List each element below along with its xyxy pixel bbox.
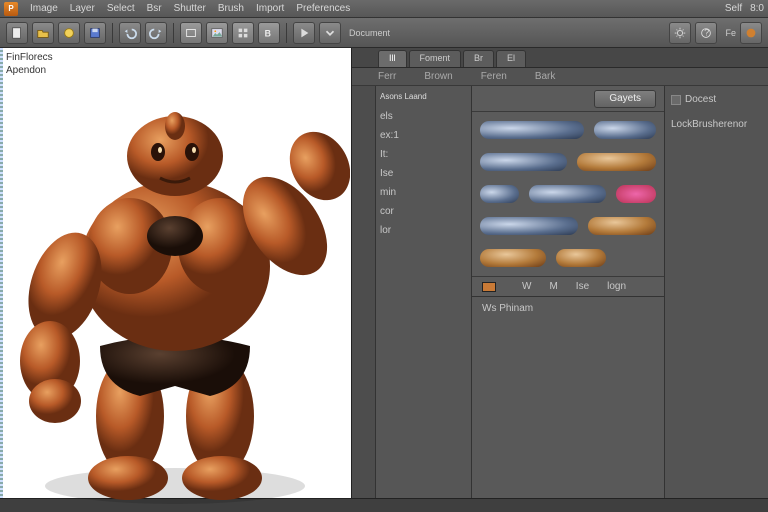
tool-close-icon[interactable]	[740, 22, 762, 44]
brush-stroke-icon	[577, 153, 656, 171]
panels: Asons Laand els ex:1 It: Ise min cor lor…	[352, 86, 768, 498]
tool-save-icon[interactable]	[84, 22, 106, 44]
menu-layer[interactable]: Layer	[70, 3, 95, 14]
brush-stroke-icon	[480, 153, 567, 171]
brush-row[interactable]	[480, 214, 656, 238]
toolbar-sep	[286, 23, 287, 43]
menu-import[interactable]: Import	[256, 3, 284, 14]
tool-chevron-down-icon[interactable]	[319, 22, 341, 44]
main-area: FinFlorecs Apendon	[0, 48, 768, 498]
list-item[interactable]: Ise	[380, 168, 467, 179]
tool-gear-icon[interactable]	[669, 22, 691, 44]
list-item[interactable]: ex:1	[380, 130, 467, 141]
toolbar: B Document ? Fe	[0, 18, 768, 48]
tool-text-icon[interactable]: B	[258, 22, 280, 44]
tool-redo-icon[interactable]	[145, 22, 167, 44]
svg-text:B: B	[265, 28, 271, 38]
tool-undo-icon[interactable]	[119, 22, 141, 44]
brush-foot-4[interactable]: logn	[607, 281, 626, 292]
list-item[interactable]: els	[380, 111, 467, 122]
brush-grid	[472, 112, 664, 277]
menu-bsr[interactable]: Bsr	[147, 3, 162, 14]
prop-label: Docest	[685, 94, 716, 105]
brush-preset-button[interactable]: Gayets	[594, 90, 656, 108]
tool-new-icon[interactable]	[6, 22, 28, 44]
brush-stroke-icon	[616, 185, 656, 203]
prop-row[interactable]: Docest	[671, 94, 762, 105]
menu-select[interactable]: Select	[107, 3, 135, 14]
list-item[interactable]: cor	[380, 206, 467, 217]
tool-play-icon[interactable]	[293, 22, 315, 44]
prop-row[interactable]: LockBrusherenor	[671, 119, 762, 130]
canvas-pane[interactable]: FinFlorecs Apendon	[0, 48, 352, 498]
layer-list: Asons Laand els ex:1 It: Ise min cor lor	[376, 86, 472, 498]
lower-title: Ws Phinam	[482, 303, 533, 314]
layer-list-header: Asons Laand	[380, 92, 467, 101]
brush-row[interactable]	[480, 118, 656, 142]
brush-row[interactable]	[480, 182, 656, 206]
hud-line2: Apendon	[6, 65, 53, 76]
app-icon[interactable]: P	[4, 2, 18, 16]
prop-label: LockBrusherenor	[671, 119, 747, 130]
list-item[interactable]: min	[380, 187, 467, 198]
brush-footer: W M Ise logn	[472, 277, 664, 297]
hud-line1: FinFlorecs	[6, 52, 53, 63]
color-swatch-icon[interactable]	[482, 282, 496, 292]
list-item[interactable]: lor	[380, 225, 467, 236]
lower-panel: Ws Phinam	[472, 297, 664, 498]
subbar-0[interactable]: Ferr	[378, 71, 396, 82]
brush-row[interactable]	[480, 150, 656, 174]
tab-1[interactable]: Foment	[409, 50, 462, 67]
ruler-vertical	[0, 48, 3, 498]
canvas-character	[10, 86, 350, 506]
brush-stroke-icon	[480, 217, 578, 235]
tool-open-icon[interactable]	[32, 22, 54, 44]
subbar-2[interactable]: Feren	[481, 71, 507, 82]
tabstrip: Ill Foment Br El	[352, 48, 768, 68]
brush-panel: Gayets W M Ise logn Ws Phinam	[472, 86, 664, 498]
right-pane: Ill Foment Br El Ferr Brown Feren Bark A…	[352, 48, 768, 498]
tool-rect-icon[interactable]	[180, 22, 202, 44]
subbar: Ferr Brown Feren Bark	[352, 68, 768, 86]
toolbar-sep	[173, 23, 174, 43]
brush-stroke-icon	[529, 185, 606, 203]
menu-right-self[interactable]: Self	[725, 3, 742, 14]
brush-foot-2[interactable]: M	[549, 281, 557, 292]
brush-stroke-icon	[594, 121, 656, 139]
tool-globe-icon[interactable]	[58, 22, 80, 44]
brush-stroke-icon	[556, 249, 606, 267]
app-window: P Image Layer Select Bsr Shutter Brush I…	[0, 0, 768, 512]
brush-row[interactable]	[480, 246, 656, 270]
brush-stroke-icon	[480, 121, 584, 139]
menu-shutter[interactable]: Shutter	[174, 3, 206, 14]
svg-text:?: ?	[705, 27, 710, 37]
brush-foot-1[interactable]: W	[522, 281, 531, 292]
brush-stroke-icon	[588, 217, 656, 235]
subbar-1[interactable]: Brown	[424, 71, 452, 82]
menu-image[interactable]: Image	[30, 3, 58, 14]
gutter-column	[352, 86, 376, 498]
tab-0[interactable]: Ill	[378, 50, 407, 67]
checkbox-icon[interactable]	[671, 95, 681, 105]
canvas-hud: FinFlorecs Apendon	[6, 52, 53, 78]
tool-grid-icon[interactable]	[232, 22, 254, 44]
toolbar-dropdown-label[interactable]: Document	[349, 28, 390, 38]
toolbar-right-label: Fe	[725, 28, 736, 38]
menu-brush[interactable]: Brush	[218, 3, 244, 14]
menubar: P Image Layer Select Bsr Shutter Brush I…	[0, 0, 768, 18]
menu-preferences[interactable]: Preferences	[296, 3, 350, 14]
menu-right-ratio: 8:0	[750, 3, 764, 14]
brush-stroke-icon	[480, 249, 546, 267]
subbar-3[interactable]: Bark	[535, 71, 556, 82]
brush-stroke-icon	[480, 185, 519, 203]
brush-foot-3[interactable]: Ise	[576, 281, 589, 292]
tool-help-icon[interactable]: ?	[695, 22, 717, 44]
tab-3[interactable]: El	[496, 50, 526, 67]
tab-2[interactable]: Br	[463, 50, 494, 67]
toolbar-sep	[112, 23, 113, 43]
tool-image-icon[interactable]	[206, 22, 228, 44]
properties-column: Docest LockBrusherenor	[664, 86, 768, 498]
brush-header: Gayets	[472, 86, 664, 112]
list-item[interactable]: It:	[380, 149, 467, 160]
